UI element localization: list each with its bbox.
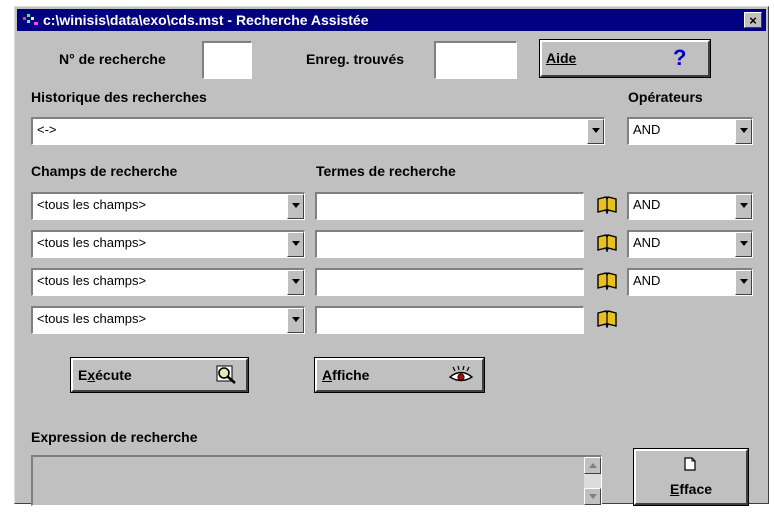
help-icon: ?	[673, 45, 687, 70]
clear-button-label: Efface	[670, 481, 713, 497]
operator-select-2-arrow[interactable]	[735, 232, 752, 257]
history-value: <->	[37, 122, 57, 137]
book-icon-3[interactable]	[597, 272, 617, 290]
field-select-2[interactable]: <tous les champs>	[31, 230, 305, 258]
search-window: c:\winisis\data\exo\cds.mst - Recherche …	[14, 6, 769, 506]
operator-select-2[interactable]: AND	[627, 230, 753, 258]
terms-label: Termes de recherche	[316, 163, 456, 179]
operator-select-2-value: AND	[633, 235, 661, 250]
field-select-1-arrow[interactable]	[287, 194, 304, 219]
field-select-1-value: <tous les champs>	[37, 197, 147, 212]
field-select-2-arrow[interactable]	[287, 232, 304, 257]
search-number-label: N° de recherche	[59, 51, 166, 67]
scroll-down-button[interactable]	[584, 488, 601, 505]
operator-select-1[interactable]: AND	[627, 192, 753, 220]
field-select-2-value: <tous les champs>	[37, 235, 147, 250]
operator-history-value: AND	[633, 122, 661, 137]
search-number-field[interactable]	[202, 41, 252, 79]
records-found-label: Enreg. trouvés	[306, 51, 405, 67]
new-page-icon	[684, 457, 696, 471]
scroll-up-button[interactable]	[584, 457, 601, 474]
operator-select-3-value: AND	[633, 273, 661, 288]
fields-label: Champs de recherche	[31, 163, 178, 179]
execute-button-label: Exécute	[78, 367, 132, 383]
expression-label: Expression de recherche	[31, 429, 198, 445]
arrow-up-icon	[589, 463, 597, 468]
book-icon-2[interactable]	[597, 234, 617, 252]
field-select-3-value: <tous les champs>	[37, 273, 147, 288]
field-select-4-arrow[interactable]	[287, 308, 304, 333]
expression-scrollbar[interactable]	[584, 457, 601, 505]
field-select-4[interactable]: <tous les champs>	[31, 306, 305, 334]
history-dropdown[interactable]: <->	[31, 117, 605, 145]
operator-select-1-arrow[interactable]	[735, 194, 752, 219]
display-button[interactable]: Affiche	[314, 357, 485, 393]
operator-select-3-arrow[interactable]	[735, 270, 752, 295]
term-input-1[interactable]	[315, 192, 584, 220]
display-button-label: Affiche	[322, 367, 370, 383]
app-icon	[23, 14, 38, 25]
records-found-field[interactable]	[434, 41, 517, 79]
magnifier-icon	[216, 365, 236, 384]
help-button-label: Aide	[546, 50, 577, 66]
window-title: c:\winisis\data\exo\cds.mst - Recherche …	[43, 12, 369, 28]
operator-history-arrow[interactable]	[735, 119, 752, 144]
eye-icon	[448, 365, 474, 382]
book-icon-4[interactable]	[597, 310, 617, 328]
expression-textarea[interactable]	[31, 455, 602, 506]
field-select-3-arrow[interactable]	[287, 270, 304, 295]
operators-label: Opérateurs	[628, 89, 703, 105]
history-label: Historique des recherches	[31, 89, 207, 105]
book-icon-1[interactable]	[597, 196, 617, 214]
operator-select-1-value: AND	[633, 197, 661, 212]
term-input-2[interactable]	[315, 230, 584, 258]
term-input-3[interactable]	[315, 268, 584, 296]
close-button[interactable]: ×	[744, 12, 762, 28]
arrow-down-icon	[589, 494, 597, 499]
field-select-4-value: <tous les champs>	[37, 311, 147, 326]
history-dropdown-arrow[interactable]	[587, 119, 604, 144]
help-button[interactable]: Aide ?	[539, 39, 711, 78]
operator-history-select[interactable]: AND	[627, 117, 753, 145]
field-select-3[interactable]: <tous les champs>	[31, 268, 305, 296]
field-select-1[interactable]: <tous les champs>	[31, 192, 305, 220]
clear-button[interactable]: Efface	[633, 448, 749, 506]
title-bar: c:\winisis\data\exo\cds.mst - Recherche …	[17, 9, 766, 31]
term-input-4[interactable]	[315, 306, 584, 334]
execute-button[interactable]: Exécute	[70, 357, 249, 393]
operator-select-3[interactable]: AND	[627, 268, 753, 296]
